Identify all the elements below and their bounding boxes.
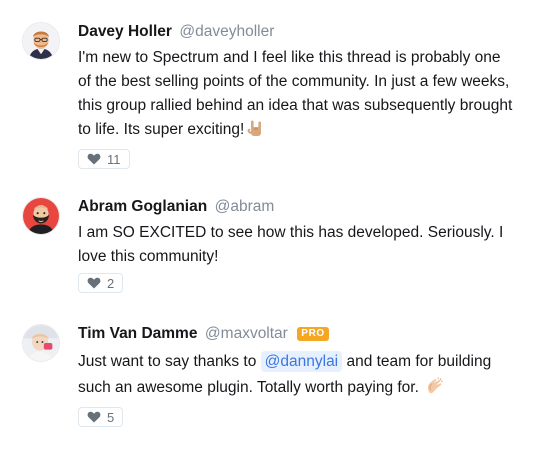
avatar[interactable]: [22, 324, 60, 362]
message-body: I am SO EXCITED to see how this has deve…: [78, 221, 528, 269]
message-line: I'm new to Spectrum and I feel like this…: [78, 49, 501, 66]
author-name[interactable]: Tim Van Damme: [78, 325, 197, 342]
message-thread: Davey Holler @daveyholler I'm new to Spe…: [0, 0, 535, 450]
reaction-count: 5: [107, 409, 115, 425]
message-text: Just want to say thanks to: [78, 353, 261, 370]
message-line: I am SO EXCITED to see how this has deve…: [78, 224, 504, 241]
pro-badge: PRO: [297, 327, 329, 341]
reaction-count: 2: [107, 275, 115, 291]
avatar[interactable]: [22, 197, 60, 235]
avatar-bearded-man-icon: [23, 198, 59, 234]
like-reaction-button[interactable]: 5: [78, 407, 124, 427]
message-line: Just want to say thanks to @dannylai and…: [78, 350, 528, 374]
heart-icon: [87, 277, 101, 289]
message-body: I'm new to Spectrum and I feel like this…: [78, 46, 528, 145]
heart-icon: [87, 153, 101, 165]
author-handle[interactable]: @abram: [215, 198, 275, 215]
message-line-last: to life. Its super exciting!: [78, 118, 528, 145]
reaction-count: 11: [107, 151, 121, 167]
clapping-hands-emoji-icon: [425, 377, 445, 403]
message-text: and team for building: [342, 353, 492, 370]
user-mention-link[interactable]: @dannylai: [260, 351, 343, 372]
message-line: this group rallied behind an idea that w…: [78, 97, 513, 114]
author-name[interactable]: Davey Holler: [78, 23, 172, 40]
message-line: such an awesome plugin. Totally worth pa…: [78, 379, 419, 396]
author-name[interactable]: Abram Goglanian: [78, 198, 207, 215]
message-line: of the best selling points of the commun…: [78, 73, 510, 90]
avatar[interactable]: [22, 22, 60, 60]
avatar-baby-photo-icon: [23, 325, 59, 361]
heart-icon: [87, 411, 101, 423]
message-line-last: such an awesome plugin. Totally worth pa…: [78, 376, 528, 403]
message-body: Just want to say thanks to @dannylai and…: [78, 350, 528, 403]
like-reaction-button[interactable]: 11: [78, 149, 130, 169]
like-reaction-button[interactable]: 2: [78, 273, 124, 293]
rock-on-hand-emoji-icon: [247, 119, 265, 145]
message-line: to life. Its super exciting!: [78, 121, 245, 138]
avatar-cartoon-man-icon: [23, 23, 59, 59]
author-handle[interactable]: @daveyholler: [179, 23, 274, 40]
author-handle[interactable]: @maxvoltar: [205, 325, 288, 342]
message-line: love this community!: [78, 248, 219, 265]
